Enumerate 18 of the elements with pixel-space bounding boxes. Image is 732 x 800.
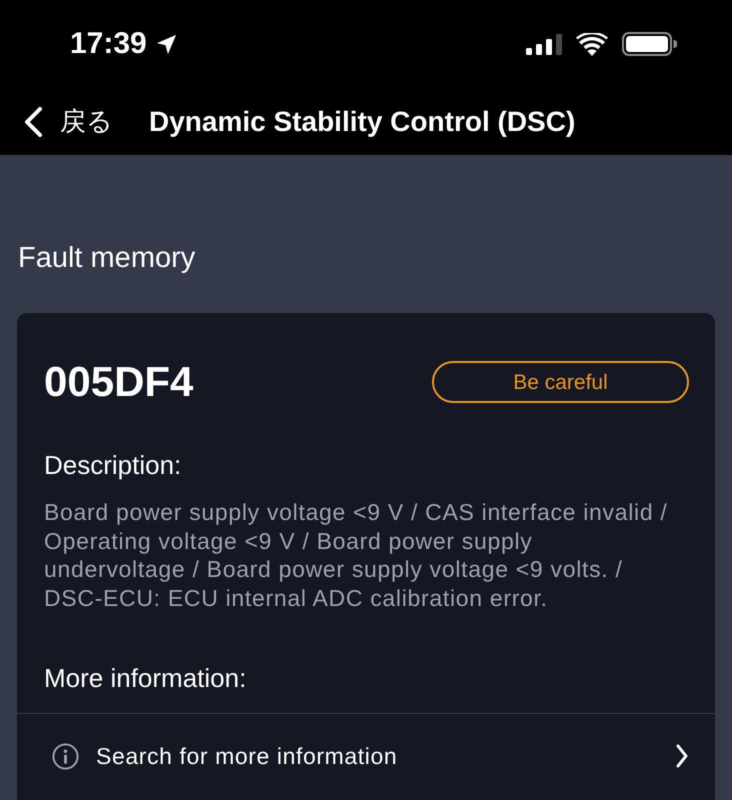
location-arrow-icon [154,32,178,56]
search-info-label: Search for more information [96,744,398,768]
chevron-left-icon [22,106,44,138]
back-button[interactable]: 戻る [22,106,113,138]
description-label: Description: [44,450,182,480]
section-title: Fault memory [18,242,196,274]
info-icon [52,742,79,770]
fault-code: 005DF4 [44,361,194,403]
more-info-label: More information: [44,663,248,693]
severity-badge: Be careful [432,361,689,403]
status-time: 17:39 [70,29,147,59]
description-text: Board power supply voltage <9 V / CAS interface invalid / Operating voltage <9 V / Board power supply undervoltage / Board power supply voltage <9 volts. / DSC-ECU: ECU internal ADC calibration error. [44,498,669,612]
search-info-row[interactable]: Search for more information [17,714,715,798]
battery-icon [622,32,677,56]
wifi-icon [576,32,608,56]
page-title: Dynamic Stability Control (DSC) [149,108,576,136]
chevron-right-icon [675,743,689,769]
signal-icon [526,34,562,54]
